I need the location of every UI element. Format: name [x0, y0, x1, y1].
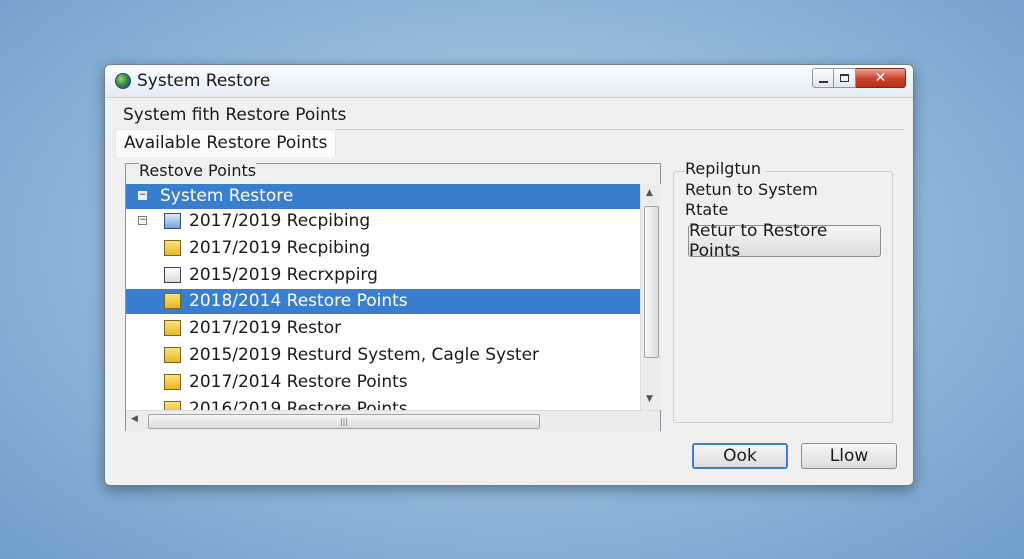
- dialog-heading: System fith Restore Points: [123, 105, 347, 125]
- document-icon: [164, 267, 181, 283]
- maximize-button[interactable]: [834, 68, 856, 88]
- vertical-scroll-thumb[interactable]: [644, 206, 659, 358]
- expander-icon[interactable]: −: [138, 216, 147, 225]
- side-group-title: Repilgtun: [685, 159, 765, 178]
- close-icon: ✕: [874, 70, 887, 86]
- list-item-label: 2017/2019 Recpibing: [189, 238, 371, 258]
- side-text-line1: Retun to System: [685, 180, 818, 199]
- scroll-left-icon[interactable]: ◀: [131, 414, 138, 424]
- restore-points-list[interactable]: − System Restore − 2017/2019 Recpibing 2…: [125, 163, 661, 431]
- list-item-label: 2016/2019 Restore Points: [189, 399, 408, 410]
- list-label: Restove Points: [139, 161, 257, 180]
- list-item-label: System Restore: [160, 186, 294, 206]
- minimize-icon: [818, 81, 828, 83]
- tab-available-restore-points[interactable]: Available Restore Points: [115, 129, 337, 157]
- scroll-down-icon[interactable]: ▼: [646, 394, 653, 404]
- system-restore-window: System Restore ✕ System fith Restore Poi…: [104, 64, 914, 486]
- horizontal-scroll-thumb[interactable]: |||: [148, 414, 540, 429]
- list-item[interactable]: 2017/2019 Recpibing: [126, 236, 640, 261]
- vertical-scrollbar[interactable]: ▲ ▼: [640, 184, 661, 410]
- folder-icon: [164, 293, 181, 309]
- restore-arrow-icon: [164, 213, 181, 229]
- system-restore-globe-icon: [115, 73, 131, 89]
- maximize-icon: [840, 74, 849, 82]
- title-bar[interactable]: System Restore ✕: [105, 65, 913, 98]
- list-item[interactable]: 2017/2019 Restor: [126, 316, 640, 341]
- list-item[interactable]: 2017/2014 Restore Points: [126, 370, 640, 395]
- list-item[interactable]: 2015/2019 Recrxppirg: [126, 263, 640, 288]
- list-item-label: 2017/2019 Restor: [189, 318, 342, 338]
- close-button[interactable]: ✕: [856, 68, 906, 88]
- window-title: System Restore: [137, 71, 271, 91]
- ok-button[interactable]: Ook: [692, 443, 788, 469]
- folder-icon: [164, 347, 181, 363]
- folder-icon: [164, 374, 181, 390]
- side-text-line2: Rtate: [685, 200, 729, 219]
- return-to-restore-points-button[interactable]: Retur to Restore Points: [688, 221, 881, 261]
- folder-icon: [164, 320, 181, 336]
- list-item[interactable]: 2018/2014 Restore Points: [126, 289, 640, 314]
- folder-icon: [164, 401, 181, 410]
- list-item-label: 2018/2014 Restore Points: [189, 291, 408, 311]
- scroll-up-icon[interactable]: ▲: [646, 188, 653, 198]
- list-item[interactable]: − 2017/2019 Recpibing: [126, 209, 640, 234]
- list-item-label: 2017/2014 Restore Points: [189, 372, 408, 392]
- low-button[interactable]: Llow: [801, 443, 897, 469]
- list-item[interactable]: − System Restore: [126, 184, 640, 209]
- list-item-label: 2017/2019 Recpibing: [189, 211, 371, 231]
- list-item-label: 2015/2019 Recrxppirg: [189, 265, 378, 285]
- list-item[interactable]: 2015/2019 Resturd System, Cagle Syster: [126, 343, 640, 368]
- folder-icon: [164, 240, 181, 256]
- horizontal-scrollbar[interactable]: ◀ |||: [126, 410, 660, 431]
- list-item-label: 2015/2019 Resturd System, Cagle Syster: [189, 345, 540, 365]
- side-group-text: Retun to System Rtate: [685, 180, 885, 220]
- expander-icon[interactable]: −: [138, 191, 147, 200]
- list-item[interactable]: 2016/2019 Restore Points: [126, 397, 640, 410]
- minimize-button[interactable]: [812, 68, 834, 88]
